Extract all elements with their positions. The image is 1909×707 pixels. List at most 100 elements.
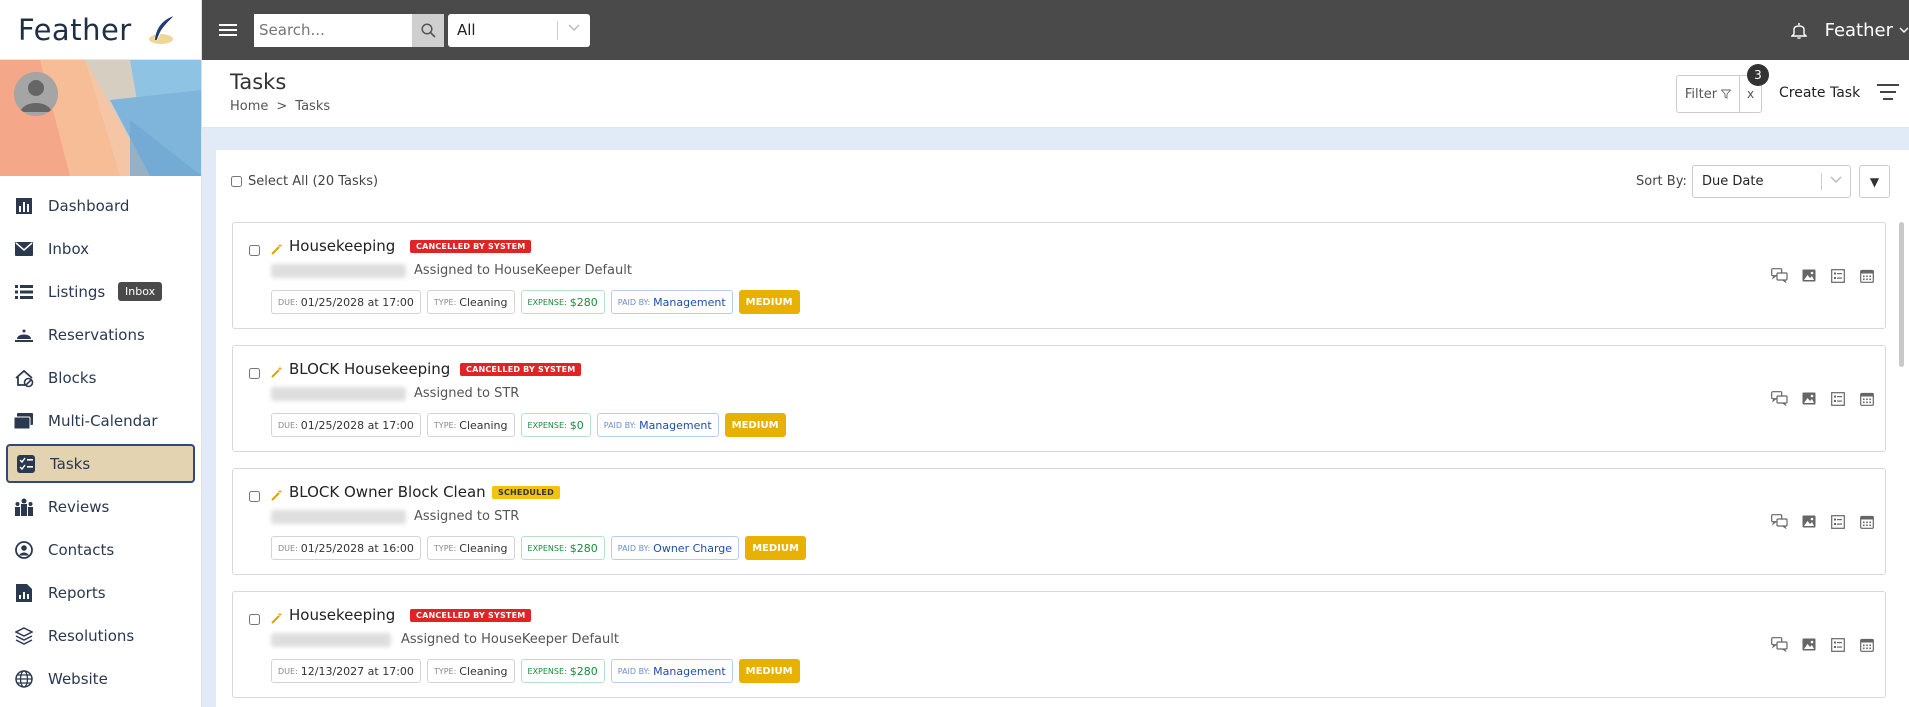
- task-card[interactable]: BLOCK Owner Block Clean SCHEDULED Assign…: [232, 468, 1886, 575]
- sidebar-item-dashboard[interactable]: Dashboard: [6, 186, 195, 225]
- task-card[interactable]: Housekeeping CANCELLED BY SYSTEM Assigne…: [232, 591, 1886, 698]
- magic-wand-icon: [271, 366, 283, 378]
- type-pill: TYPE: Cleaning: [426, 536, 515, 560]
- tasks-icon: [16, 454, 36, 474]
- comments-icon[interactable]: [1771, 636, 1788, 653]
- list-icon: [14, 282, 34, 302]
- search-input[interactable]: [254, 13, 412, 47]
- chevron-down-icon[interactable]: [1899, 26, 1909, 34]
- sort-select[interactable]: Due Date: [1692, 165, 1851, 198]
- priority-badge: MEDIUM: [724, 413, 786, 437]
- comments-icon[interactable]: [1771, 513, 1788, 530]
- select-all[interactable]: Select All (20 Tasks): [231, 174, 378, 189]
- sidebar-item-blocks[interactable]: Blocks: [6, 358, 195, 397]
- funnel-icon: [1721, 89, 1732, 99]
- topbar: All Feather: [202, 0, 1909, 60]
- task-actions: [1771, 390, 1875, 407]
- sidebar-item-reports[interactable]: Reports: [6, 573, 195, 612]
- task-card[interactable]: Housekeeping CANCELLED BY SYSTEM Assigne…: [232, 222, 1886, 329]
- checklist-icon[interactable]: [1829, 636, 1846, 653]
- create-task-button[interactable]: Create Task: [1779, 85, 1860, 101]
- sidebar-item-website[interactable]: Website: [6, 659, 195, 698]
- select-all-label: Select All (20 Tasks): [248, 174, 379, 189]
- search-button[interactable]: [412, 13, 444, 47]
- photos-icon[interactable]: [1800, 390, 1817, 407]
- task-title[interactable]: BLOCK Owner Block Clean: [289, 483, 486, 501]
- calendar-icon[interactable]: [1858, 267, 1875, 284]
- calendar-icon[interactable]: [1858, 390, 1875, 407]
- checklist-icon[interactable]: [1829, 513, 1846, 530]
- calendar-icon[interactable]: [1858, 513, 1875, 530]
- expense-key: EXPENSE:: [527, 543, 567, 553]
- select-all-checkbox[interactable]: [231, 176, 242, 187]
- expense-value: $280: [569, 664, 598, 678]
- paid-by-pill: PAID BY: Owner Charge: [610, 536, 740, 560]
- calendar-icon[interactable]: [1858, 636, 1875, 653]
- task-title[interactable]: BLOCK Housekeeping: [289, 360, 450, 378]
- sidebar-item-label: Tasks: [50, 454, 91, 473]
- photos-icon[interactable]: [1800, 513, 1817, 530]
- task-card[interactable]: BLOCK Housekeeping CANCELLED BY SYSTEM A…: [232, 345, 1886, 452]
- app-name: Feather: [18, 12, 132, 47]
- chevron-down-icon: [1830, 176, 1842, 184]
- profile-banner: [0, 60, 201, 176]
- task-checkbox[interactable]: [249, 491, 260, 502]
- comments-icon[interactable]: [1771, 390, 1788, 407]
- assignee: Assigned to STR: [414, 509, 520, 524]
- sidebar-item-label: Multi-Calendar: [48, 411, 158, 430]
- sidebar-item-label: Blocks: [48, 368, 97, 387]
- filter-button[interactable]: Filter: [1676, 75, 1740, 113]
- breadcrumb-home[interactable]: Home: [230, 99, 268, 114]
- sidebar-item-label: Dashboard: [48, 196, 130, 215]
- sidebar-item-reviews[interactable]: Reviews: [6, 487, 195, 526]
- avatar[interactable]: [14, 72, 58, 116]
- paid-value: Management: [639, 418, 712, 432]
- expense-value: $280: [569, 541, 598, 555]
- menu-toggle-icon[interactable]: [219, 21, 237, 39]
- task-title[interactable]: Housekeeping: [289, 237, 395, 255]
- sidebar-item-label: Reviews: [48, 497, 110, 516]
- bar-chart-icon: [14, 196, 34, 216]
- due-key: DUE:: [278, 666, 298, 676]
- task-title[interactable]: Housekeeping: [289, 606, 395, 624]
- magic-wand-icon: [271, 243, 283, 255]
- due-value: 01/25/2028 at 17:00: [300, 295, 414, 309]
- search-box: [254, 13, 444, 47]
- sort-direction-button[interactable]: ▼: [1859, 165, 1890, 198]
- sidebar-item-reservations[interactable]: Reservations: [6, 315, 195, 354]
- sidebar-item-inbox[interactable]: Inbox: [6, 229, 195, 268]
- task-actions: [1771, 636, 1875, 653]
- redacted-listing-name: [271, 510, 406, 524]
- user-silhouette-icon: [14, 72, 58, 116]
- paid-value: Management: [653, 295, 726, 309]
- page-title: Tasks: [230, 70, 287, 94]
- bell-icon[interactable]: [1790, 21, 1807, 39]
- scrollbar[interactable]: [1899, 222, 1904, 367]
- sidebar-item-contacts[interactable]: Contacts: [6, 530, 195, 569]
- status-badge: CANCELLED BY SYSTEM: [460, 363, 582, 376]
- sidebar-item-listings[interactable]: Listings: [6, 272, 195, 311]
- sidebar-item-tasks[interactable]: Tasks: [6, 444, 195, 483]
- comments-icon[interactable]: [1771, 267, 1788, 284]
- task-checkbox[interactable]: [249, 614, 260, 625]
- sort-options-icon[interactable]: [1877, 84, 1899, 105]
- logo[interactable]: Feather: [0, 0, 201, 60]
- envelope-icon: [14, 239, 34, 259]
- search-icon: [420, 22, 436, 38]
- checklist-icon[interactable]: [1829, 267, 1846, 284]
- photos-icon[interactable]: [1800, 636, 1817, 653]
- due-value: 01/25/2028 at 16:00: [300, 541, 414, 555]
- task-checkbox[interactable]: [249, 368, 260, 379]
- photos-icon[interactable]: [1800, 267, 1817, 284]
- checklist-icon[interactable]: [1829, 390, 1846, 407]
- paid-key: PAID BY:: [603, 420, 637, 430]
- sidebar-nav: Dashboard Inbox Listings Reservations Bl…: [0, 176, 201, 698]
- sidebar-item-multi-calendar[interactable]: Multi-Calendar: [6, 401, 195, 440]
- status-badge: SCHEDULED: [492, 486, 560, 499]
- sidebar-item-resolutions[interactable]: Resolutions: [6, 616, 195, 655]
- topbar-right: Feather: [1790, 20, 1909, 41]
- user-menu[interactable]: Feather: [1825, 20, 1893, 41]
- task-checkbox[interactable]: [249, 245, 260, 256]
- scope-select[interactable]: All: [448, 13, 590, 47]
- select-divider: [1821, 173, 1822, 190]
